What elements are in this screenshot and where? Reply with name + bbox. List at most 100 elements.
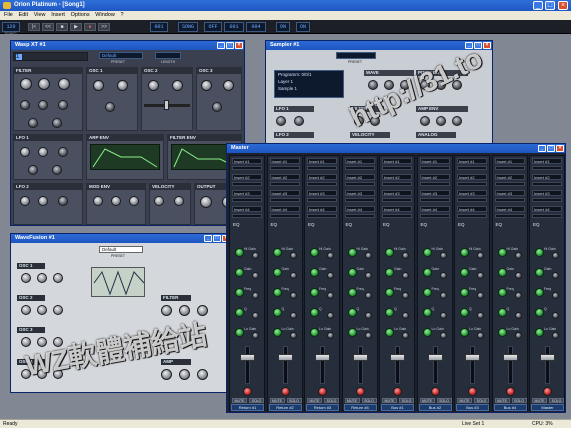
insert-bar[interactable] bbox=[382, 198, 412, 202]
pan-knob[interactable] bbox=[243, 387, 252, 396]
fader-track[interactable] bbox=[470, 346, 475, 384]
eq-small-knob[interactable] bbox=[289, 292, 297, 299]
mode-display[interactable]: SONG bbox=[178, 22, 198, 32]
eq-small-knob[interactable] bbox=[477, 272, 484, 279]
eq-small-knob[interactable] bbox=[289, 252, 297, 259]
insert-slot[interactable]: Insert #4 bbox=[419, 206, 450, 212]
start-display[interactable]: 001 bbox=[224, 22, 244, 32]
insert-slot[interactable]: Insert #3 bbox=[494, 190, 525, 196]
solo-button[interactable]: SOLO bbox=[474, 398, 489, 403]
eq-small-knob[interactable] bbox=[327, 252, 334, 259]
lfo1-rate-knob[interactable] bbox=[20, 147, 30, 157]
eq-small-knob[interactable] bbox=[439, 312, 447, 319]
eq-knob[interactable] bbox=[422, 328, 432, 337]
mute-button[interactable]: MUTE bbox=[457, 398, 472, 403]
mixer-minimize-button[interactable]: _ bbox=[538, 145, 546, 152]
eq-small-knob[interactable] bbox=[327, 312, 334, 319]
insert-bar[interactable] bbox=[307, 166, 337, 170]
eq-knob[interactable] bbox=[535, 308, 544, 317]
osc2-semi-knob[interactable] bbox=[172, 80, 183, 91]
eq-small-knob[interactable] bbox=[514, 332, 522, 339]
solo-button[interactable]: SOLO bbox=[511, 398, 527, 403]
mute-button[interactable]: MUTE bbox=[232, 398, 247, 403]
eq-small-knob[interactable] bbox=[514, 312, 522, 319]
osc2-wave-knob[interactable] bbox=[148, 80, 159, 91]
eq-small-knob[interactable] bbox=[402, 252, 409, 259]
menu-help[interactable]: ? bbox=[121, 12, 124, 18]
solo-button[interactable]: SOLO bbox=[361, 398, 377, 403]
wasp-xt-titlebar[interactable]: Wasp XT #1 _ □ × bbox=[11, 41, 244, 50]
strip-name[interactable]: Bus #1 bbox=[381, 404, 414, 411]
eq-knob[interactable] bbox=[497, 308, 507, 317]
mute-button[interactable]: MUTE bbox=[419, 398, 435, 403]
fader-handle[interactable] bbox=[502, 354, 518, 361]
insert-slot[interactable]: Insert #2 bbox=[232, 174, 262, 180]
insert-slot[interactable]: Insert #4 bbox=[532, 206, 562, 212]
lfo2-shape-knob[interactable] bbox=[58, 196, 68, 206]
mute-button[interactable]: MUTE bbox=[532, 398, 547, 403]
fader-track[interactable] bbox=[245, 346, 250, 384]
program-display[interactable]: Programm: 0/0/1 Layer 1 Sample 1 bbox=[274, 70, 344, 98]
eq-small-knob[interactable] bbox=[477, 312, 484, 319]
eq-small-knob[interactable] bbox=[252, 332, 259, 339]
record-button[interactable]: ● bbox=[84, 23, 96, 31]
ins-display[interactable]: ON bbox=[276, 22, 290, 32]
wasp-maximize-button[interactable]: □ bbox=[226, 42, 234, 49]
insert-slot[interactable]: Insert #2 bbox=[269, 174, 300, 180]
eq-knob[interactable] bbox=[497, 328, 507, 337]
insert-slot[interactable]: Insert #4 bbox=[232, 206, 262, 212]
insert-slot[interactable]: Insert #3 bbox=[532, 190, 562, 196]
eq-knob[interactable] bbox=[385, 248, 394, 257]
eq-knob[interactable] bbox=[310, 288, 319, 297]
eq-small-knob[interactable] bbox=[252, 292, 259, 299]
pan-knob[interactable] bbox=[430, 387, 440, 396]
fader-handle[interactable] bbox=[390, 354, 405, 361]
insert-slot[interactable]: Insert #2 bbox=[419, 174, 450, 180]
wf-wave-display[interactable] bbox=[91, 267, 145, 297]
eq-knob[interactable] bbox=[460, 328, 469, 337]
fader-track[interactable] bbox=[357, 346, 363, 384]
insert-slot[interactable]: Insert #4 bbox=[457, 206, 487, 212]
insert-bar[interactable] bbox=[269, 182, 300, 186]
solo-button[interactable]: SOLO bbox=[286, 398, 302, 403]
eq-knob[interactable] bbox=[422, 268, 432, 277]
fader-handle[interactable] bbox=[315, 354, 330, 361]
eq-small-knob[interactable] bbox=[364, 292, 372, 299]
insert-slot[interactable]: Insert #1 bbox=[419, 158, 450, 164]
eq-knob[interactable] bbox=[385, 288, 394, 297]
mod-env-decay-knob[interactable] bbox=[111, 196, 121, 206]
insert-bar[interactable] bbox=[419, 166, 450, 170]
fader-handle[interactable] bbox=[465, 354, 480, 361]
wasp-minimize-button[interactable]: _ bbox=[217, 42, 225, 49]
sampler-close-button[interactable]: × bbox=[483, 42, 491, 49]
eq-knob[interactable] bbox=[535, 328, 544, 337]
osc-mix-handle[interactable] bbox=[164, 100, 169, 110]
eq-knob[interactable] bbox=[235, 328, 244, 337]
osc3-fine-knob[interactable] bbox=[212, 102, 222, 112]
strip-name[interactable]: Return #4 bbox=[343, 404, 377, 411]
maximize-button[interactable]: □ bbox=[545, 1, 555, 10]
wf-osc1-knob-2[interactable] bbox=[37, 273, 47, 283]
osc1-fine-knob[interactable] bbox=[105, 102, 115, 112]
eq-knob[interactable] bbox=[235, 288, 244, 297]
close-button[interactable]: × bbox=[558, 1, 568, 10]
insert-slot[interactable]: Insert #3 bbox=[232, 190, 262, 196]
eq-knob[interactable] bbox=[497, 248, 507, 257]
eq-small-knob[interactable] bbox=[477, 332, 484, 339]
menu-edit[interactable]: Edit bbox=[19, 12, 28, 18]
insert-bar[interactable] bbox=[457, 166, 487, 170]
strip-name[interactable]: Return #3 bbox=[306, 404, 339, 411]
wf-amp-knob-1[interactable] bbox=[161, 369, 172, 380]
filter-type-knob[interactable] bbox=[58, 100, 68, 110]
wf-amp-knob-2[interactable] bbox=[179, 369, 190, 380]
eq-knob[interactable] bbox=[272, 288, 282, 297]
insert-bar[interactable] bbox=[457, 198, 487, 202]
menu-window[interactable]: Window bbox=[95, 12, 115, 18]
wf-osc2-knob-1[interactable] bbox=[21, 305, 31, 315]
insert-slot[interactable]: Insert #4 bbox=[382, 206, 412, 212]
insert-bar[interactable] bbox=[344, 182, 375, 186]
rewind-start-button[interactable]: |< bbox=[28, 23, 40, 31]
eq-knob[interactable] bbox=[310, 268, 319, 277]
insert-slot[interactable]: Insert #2 bbox=[307, 174, 337, 180]
insert-slot[interactable]: Insert #1 bbox=[307, 158, 337, 164]
